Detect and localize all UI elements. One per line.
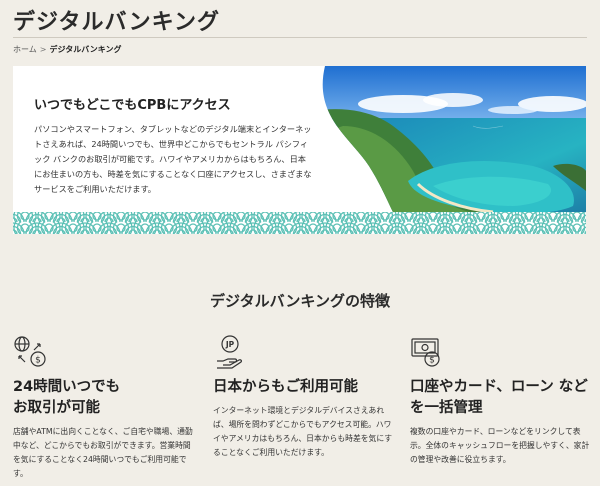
card-account-icon: $ xyxy=(411,338,440,367)
title-divider xyxy=(13,37,587,38)
jp-hand-icon: JP xyxy=(217,335,242,369)
page-title: デジタルバンキング xyxy=(13,10,221,35)
breadcrumb-home-link[interactable]: ホーム xyxy=(13,45,37,54)
feature-title: 口座やカード、ローン などを一括管理 xyxy=(410,379,588,416)
wave-pattern xyxy=(13,212,586,234)
hero-banner: いつでもどこでもCPBにアクセス パソコンやスマートフォン、タブレットなどのデジ… xyxy=(13,66,586,234)
feature-account-management: $ 口座やカード、ローン などを一括管理 複数の口座やカード、ローンなどをリンク… xyxy=(410,335,590,467)
feature-body: インターネット環境とデジタルデバイスさえあれば、場所を問わずどこからでもアクセス… xyxy=(213,406,393,457)
breadcrumb-separator: > xyxy=(39,45,47,54)
feature-body: 複数の口座やカード、ローンなどをリンクして表示。全体のキャッシュフローを把握しや… xyxy=(410,427,590,464)
feature-title: 日本からもご利用可能 xyxy=(213,379,358,395)
feature-body: 店舗やATMに出向くことなく、ご自宅や職場、通勤中など、どこからでもお取引ができ… xyxy=(13,427,193,478)
feature-24hours: $ 24時間いつでも お取引が可能 店舗やATMに出向くことなく、ご自宅や職場、… xyxy=(13,335,193,481)
feature-japan: JP 日本からもご利用可能 インターネット環境とデジタルデバイスさえあれば、場所… xyxy=(213,335,393,460)
svg-text:$: $ xyxy=(35,356,41,366)
globe-dollar-icon: $ xyxy=(14,336,46,367)
feature-title: 24時間いつでも お取引が可能 xyxy=(13,379,121,416)
hero-heading: いつでもどこでもCPBにアクセス xyxy=(34,98,231,113)
breadcrumb-current: デジタルバンキング xyxy=(49,45,122,54)
breadcrumb: ホーム > デジタルバンキング xyxy=(13,44,121,55)
hero-body: パソコンやスマートフォン、タブレットなどのデジタル端末とインターネットさえあれば… xyxy=(34,124,312,194)
svg-text:JP: JP xyxy=(225,340,235,349)
features-title: デジタルバンキングの特徴 xyxy=(209,292,390,310)
svg-text:$: $ xyxy=(429,356,435,366)
